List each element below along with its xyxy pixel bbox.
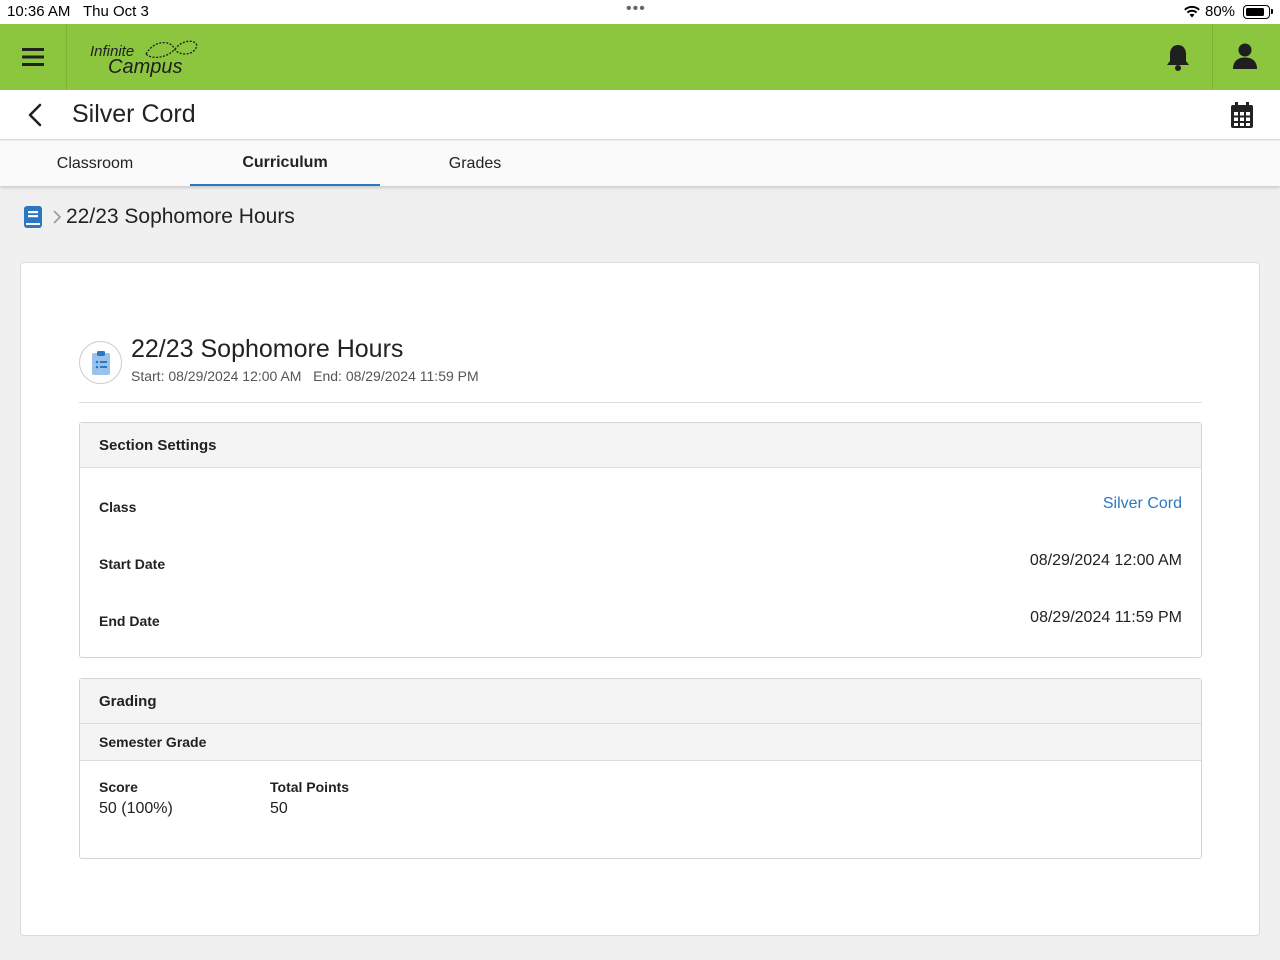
tab-grades[interactable]: Grades [380,141,570,186]
end-date-label: End Date [99,613,160,629]
total-points-label: Total Points [270,779,350,795]
start-date-value: 08/29/2024 12:00 AM [1029,552,1182,569]
end-date-value: 08/29/2024 11:59 PM [1030,609,1182,626]
infinite-campus-logo[interactable]: Infinite Campus [88,36,208,78]
tab-curriculum[interactable]: Curriculum [190,141,380,186]
status-date: Thu Oct 3 [83,3,149,20]
battery-icon [1243,5,1273,19]
calendar-icon[interactable] [1228,101,1256,129]
assignment-header: 22/23 Sophomore Hours Start: 08/29/2024 … [79,335,1202,403]
grade-details: Score 50 (100%) Total Points 50 [80,761,1201,858]
menu-button[interactable] [0,24,67,90]
app-header: Infinite Campus [0,24,1280,90]
book-icon[interactable] [22,205,44,229]
end-date-row: End Date 08/29/2024 11:59 PM [80,582,1201,639]
breadcrumb-current: 22/23 Sophomore Hours [66,205,295,228]
semester-grade-heading: Semester Grade [80,724,1201,761]
page-title-bar: Silver Cord [0,90,1280,140]
status-time: 10:36 AM [7,3,71,20]
score-column: Score 50 (100%) [99,779,173,818]
hamburger-icon [22,48,44,66]
start-date-label: Start Date [99,556,166,572]
notifications-bell-icon[interactable] [1162,41,1194,73]
assignment-clipboard-icon [79,341,122,384]
wifi-icon [1184,5,1200,18]
logo-line2: Campus [108,56,182,78]
multitasking-dots-icon[interactable]: ••• [626,0,646,18]
grading-panel: Grading Semester Grade Score 50 (100%) T… [79,678,1202,859]
section-settings-heading: Section Settings [80,423,1201,468]
tab-bar: Classroom Curriculum Grades [0,141,1280,186]
score-value: 50 (100%) [99,800,173,817]
total-points-value: 50 [270,800,288,817]
battery-percent: 80% [1205,3,1236,20]
class-link[interactable]: Silver Cord [1103,495,1182,513]
start-date-row: Start Date 08/29/2024 12:00 AM [80,525,1201,582]
chevron-right-icon [53,210,62,224]
grading-heading: Grading [80,679,1201,724]
class-row: Class Silver Cord [80,468,1201,525]
breadcrumb: 22/23 Sophomore Hours [22,202,295,232]
assignment-title: 22/23 Sophomore Hours [131,335,404,363]
class-label: Class [99,499,137,515]
assignment-dates: Start: 08/29/2024 12:00 AM End: 08/29/20… [131,368,479,384]
back-arrow-icon[interactable] [24,102,48,128]
tab-classroom[interactable]: Classroom [0,141,190,186]
user-account-icon[interactable] [1229,40,1261,72]
total-points-column: Total Points 50 [270,779,349,818]
score-label: Score [99,779,138,795]
section-settings-panel: Section Settings Class Silver Cord Start… [79,422,1202,658]
status-bar: 10:36 AM Thu Oct 3 ••• 80% [0,0,1280,24]
assignment-card: 22/23 Sophomore Hours Start: 08/29/2024 … [20,262,1260,936]
page-title: Silver Cord [72,100,196,128]
